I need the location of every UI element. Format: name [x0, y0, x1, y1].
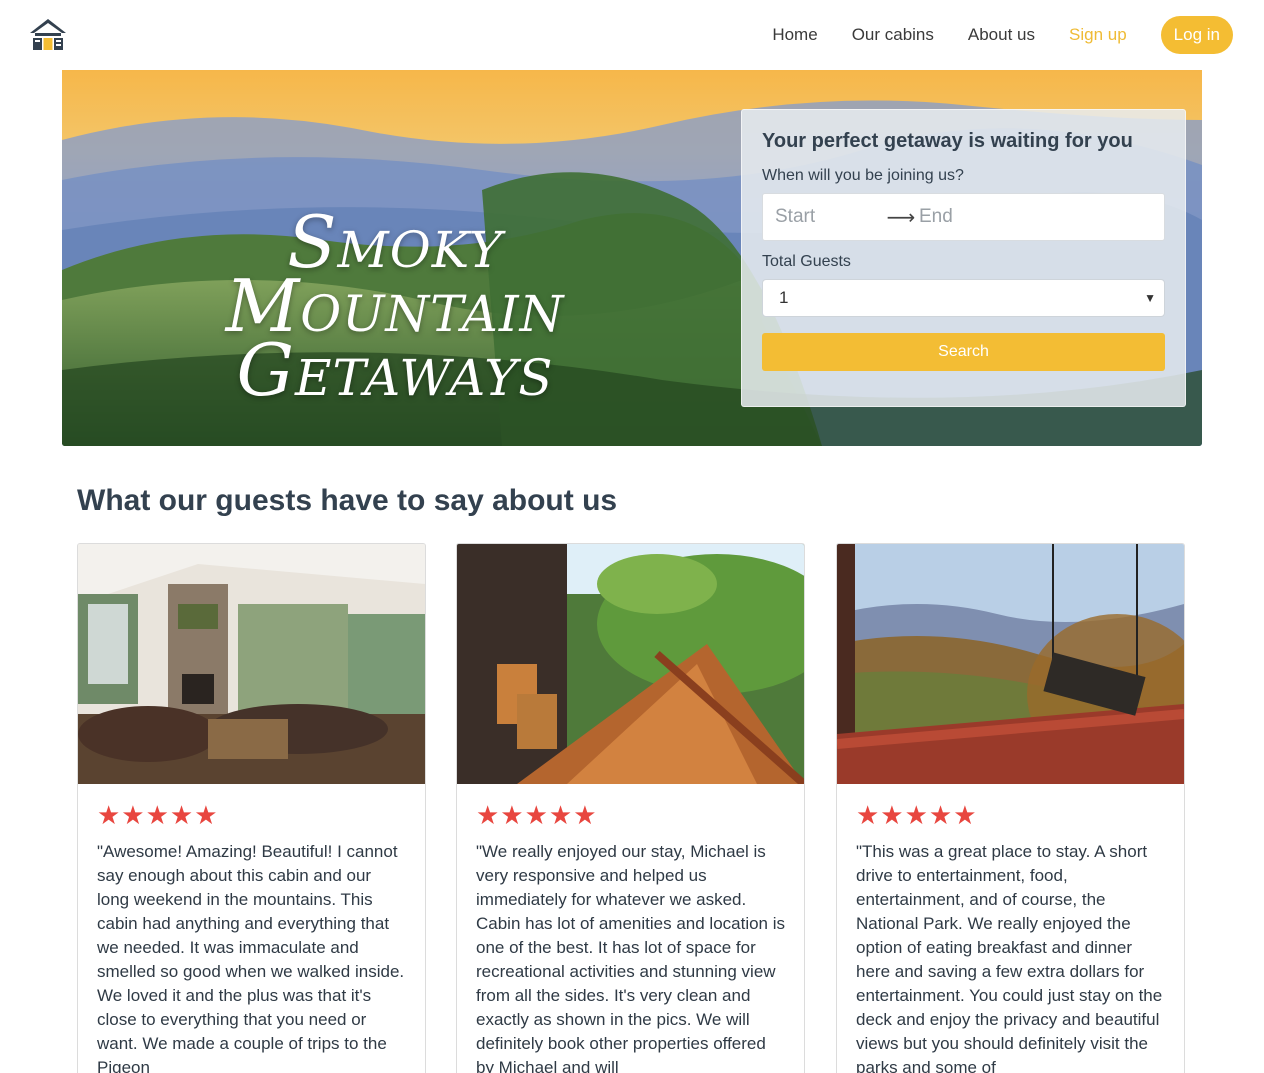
nav-home-link[interactable]: Home [772, 25, 817, 45]
navbar: Home Our cabins About us Sign up Log in [0, 0, 1264, 70]
guests-select-value: 1 [779, 288, 789, 307]
cabin-living-room-image [78, 544, 425, 784]
star-rating: ★★★★★ [856, 800, 978, 830]
guests-select[interactable]: 1 ▼ [762, 279, 1165, 317]
review-card: ★★★★★ "We really enjoyed our stay, Micha… [456, 543, 805, 1073]
hero-title-line2: Getaways [236, 328, 554, 412]
arrow-right-icon: ⟶ [886, 206, 916, 229]
review-text: "We really enjoyed our stay, Michael is … [476, 842, 786, 1073]
guests-label: Total Guests [762, 253, 851, 270]
review-card: ★★★★★ "This was a great place to stay. A… [836, 543, 1185, 1073]
nav-sign-up-link[interactable]: Sign up [1069, 25, 1127, 45]
cabin-deck-image [457, 544, 804, 784]
nav-links: Home Our cabins About us Sign up Log in [738, 16, 1233, 54]
mountain-view-swing-image [837, 544, 1184, 784]
review-card: ★★★★★ "Awesome! Amazing! Beautiful! I ca… [77, 543, 426, 1073]
search-heading: Your perfect getaway is waiting for you [762, 130, 1133, 152]
hero-banner: Smoky Mountain Getaways Your perfect get… [62, 70, 1202, 446]
start-date-input[interactable]: Start [775, 206, 883, 228]
search-button[interactable]: Search [762, 333, 1165, 371]
date-label: When will you be joining us? [762, 167, 964, 184]
review-text: "Awesome! Amazing! Beautiful! I cannot s… [97, 842, 405, 1073]
nav-our-cabins-link[interactable]: Our cabins [852, 25, 934, 45]
hero-title: Smoky Mountain Getaways [110, 200, 680, 412]
hero-title-line1: Smoky Mountain [225, 200, 565, 348]
log-in-button[interactable]: Log in [1160, 16, 1233, 54]
reviews-title: What our guests have to say about us [77, 484, 618, 517]
date-range-field[interactable]: Start ⟶ End [762, 193, 1165, 241]
end-date-input[interactable]: End [919, 206, 953, 228]
star-rating: ★★★★★ [476, 800, 598, 830]
review-text: "This was a great place to stay. A short… [856, 842, 1163, 1073]
search-panel: Your perfect getaway is waiting for you … [741, 109, 1186, 407]
house-logo-icon[interactable] [28, 16, 68, 54]
star-rating: ★★★★★ [97, 800, 219, 830]
chevron-down-icon: ▼ [1144, 291, 1156, 305]
nav-about-us-link[interactable]: About us [968, 25, 1035, 45]
